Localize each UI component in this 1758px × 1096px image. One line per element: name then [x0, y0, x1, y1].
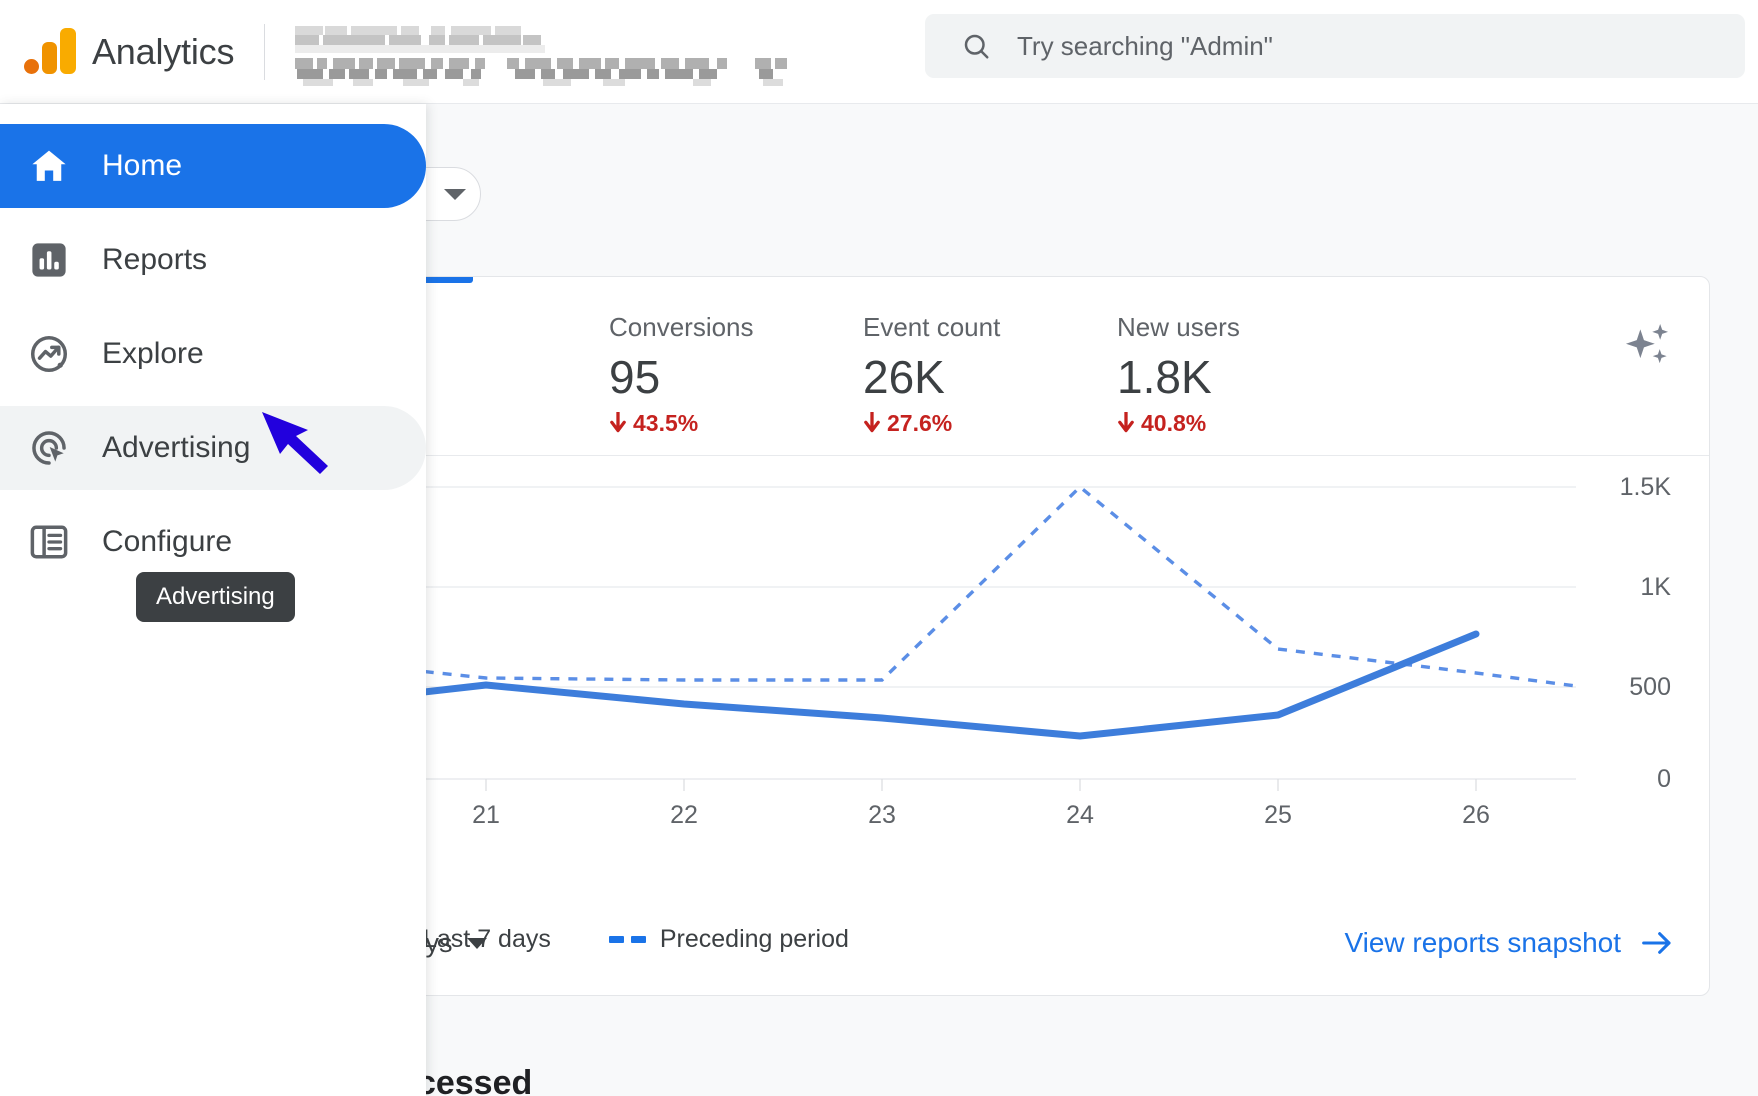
explore-icon: [30, 335, 68, 373]
metric-label: New users: [1117, 312, 1240, 342]
top-bar: Analytics Try searching "Admin": [0, 0, 1758, 104]
metric-delta: 27.6%: [863, 409, 1093, 437]
reports-icon: [32, 243, 66, 277]
sidebar-item-advertising[interactable]: Advertising: [0, 406, 426, 490]
account-property-selector-redacted[interactable]: [293, 16, 803, 88]
search-placeholder: Try searching "Admin": [1017, 30, 1273, 61]
metric-delta-value: 27.6%: [887, 410, 953, 436]
arrow-down-icon: [864, 412, 880, 433]
metrics-row: Users 2K .9% Conversions 95: [331, 311, 1709, 451]
advertising-tooltip: Advertising: [136, 572, 295, 622]
arrow-down-icon: [1118, 412, 1134, 433]
metric-value: 1.8K: [1117, 351, 1212, 403]
sidebar-item-explore[interactable]: Explore: [0, 312, 426, 396]
configure-icon: [30, 525, 68, 559]
sidebar-item-label: Reports: [102, 243, 208, 276]
home-icon: [32, 150, 66, 181]
brand-name: Analytics: [92, 30, 235, 72]
y-tick-label: 1.5K: [1620, 473, 1672, 501]
redaction-pixels: [295, 25, 788, 86]
metrics-divider: [331, 455, 1709, 456]
metric-delta: 40.8%: [1117, 409, 1347, 437]
metric-value: 95: [609, 351, 661, 403]
metric-label: Event count: [863, 312, 1001, 342]
x-tick-label: 21: [472, 801, 500, 829]
analytics-home-screen: Analytics Try searching "Admin" Conversi…: [0, 0, 1758, 1096]
metric-new-users[interactable]: New users 1.8K 40.8%: [1093, 311, 1347, 451]
metric-value: 26K: [863, 351, 945, 403]
arrow-down-icon: [610, 412, 626, 433]
sidebar-item-home[interactable]: Home: [0, 124, 426, 208]
search-input[interactable]: Try searching "Admin": [925, 14, 1745, 78]
x-tick-label: 24: [1066, 801, 1094, 829]
chevron-down-icon: [443, 188, 466, 200]
analytics-logo-icon: [22, 26, 76, 78]
arrow-right-icon: [1642, 932, 1671, 954]
y-tick-label: 0: [1657, 765, 1671, 793]
header-divider: [264, 23, 266, 80]
y-tick-label: 1K: [1640, 573, 1671, 601]
x-tick-label: 23: [868, 801, 896, 829]
snapshot-link-label: View reports snapshot: [1344, 927, 1621, 958]
overview-line-chart[interactable]: 1.5K 1K 500 0 21 22 23 24 25 26: [331, 459, 1709, 889]
metric-event-count[interactable]: Event count 26K 27.6%: [839, 311, 1093, 451]
sidebar-item-label: Configure: [102, 525, 233, 558]
view-reports-snapshot-link[interactable]: View reports snapshot: [1344, 927, 1673, 959]
primary-navigation-sidebar: Home Reports Explore Advertising Configu…: [0, 104, 426, 1096]
sparkle-icon: [1625, 323, 1669, 364]
series-last-7-days: [367, 630, 1480, 740]
y-tick-label: 500: [1629, 673, 1671, 701]
overview-card: Users 2K .9% Conversions 95: [330, 276, 1710, 996]
x-tick-label: 22: [670, 801, 698, 829]
x-tick-label: 25: [1264, 801, 1292, 829]
insights-button[interactable]: [1621, 319, 1675, 373]
sidebar-item-label: Explore: [102, 337, 204, 370]
advertising-icon: [32, 431, 66, 465]
x-tick-label: 26: [1462, 801, 1490, 829]
metric-delta-value: 40.8%: [1141, 410, 1207, 436]
metric-delta-value: 43.5%: [633, 410, 699, 436]
card-footer: 7 days View reports snapshot: [331, 891, 1709, 995]
search-icon: [964, 34, 989, 59]
metric-delta: 43.5%: [609, 409, 839, 437]
chart-svg: 1.5K 1K 500 0 21 22 23 24 25 26: [367, 473, 1672, 829]
sidebar-item-label: Home: [102, 149, 183, 182]
metric-conversions[interactable]: Conversions 95 43.5%: [585, 311, 839, 451]
sidebar-item-label: Advertising: [102, 431, 251, 464]
sidebar-item-reports[interactable]: Reports: [0, 218, 426, 302]
caret-down-icon: [466, 937, 487, 949]
metric-label: Conversions: [609, 312, 754, 342]
